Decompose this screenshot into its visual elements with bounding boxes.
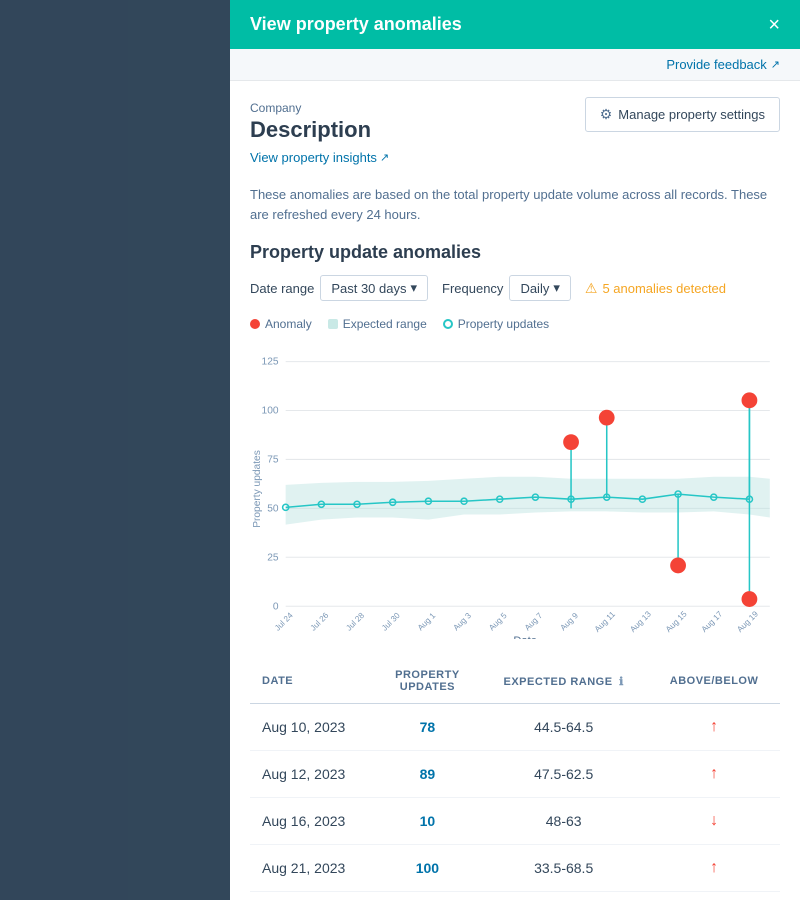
modal-title: View property anomalies xyxy=(250,14,462,35)
svg-text:Date: Date xyxy=(513,635,537,639)
svg-text:Jul 28: Jul 28 xyxy=(344,611,366,633)
svg-text:Aug 3: Aug 3 xyxy=(452,611,474,633)
modal-header: View property anomalies × xyxy=(230,0,800,49)
svg-text:Aug 13: Aug 13 xyxy=(628,609,653,634)
close-button[interactable]: × xyxy=(768,15,780,35)
feedback-bar: Provide feedback ↗ xyxy=(230,49,800,81)
property-category: Company xyxy=(250,101,389,115)
insights-link[interactable]: View property insights ↗ xyxy=(250,150,389,165)
feedback-link[interactable]: Provide feedback ↗ xyxy=(666,57,780,72)
anomaly-description: These anomalies are based on the total p… xyxy=(250,185,780,224)
svg-text:Aug 9: Aug 9 xyxy=(559,611,581,633)
svg-text:100: 100 xyxy=(262,406,279,417)
anomalies-table: DATE PROPERTYUPDATES EXPECTED RANGE ℹ AB… xyxy=(250,659,780,892)
svg-text:0: 0 xyxy=(273,601,279,612)
cell-direction: ↑ xyxy=(648,751,780,798)
cell-range: 33.5-68.5 xyxy=(479,845,648,892)
col-range: EXPECTED RANGE ℹ xyxy=(479,659,648,704)
svg-text:50: 50 xyxy=(267,503,279,514)
cell-range: 47.5-62.5 xyxy=(479,751,648,798)
cell-range: 48-63 xyxy=(479,798,648,845)
svg-text:Jul 24: Jul 24 xyxy=(273,611,295,633)
svg-text:Aug 19: Aug 19 xyxy=(735,609,760,634)
frequency-label: Frequency xyxy=(442,281,503,296)
svg-text:Aug 1: Aug 1 xyxy=(416,611,438,633)
cell-updates: 100 xyxy=(376,845,480,892)
frequency-dropdown[interactable]: Daily ▾ xyxy=(509,275,570,301)
col-updates: PROPERTYUPDATES xyxy=(376,659,480,704)
modal-panel: View property anomalies × Provide feedba… xyxy=(230,0,800,900)
svg-text:Jul 30: Jul 30 xyxy=(380,611,402,633)
frequency-group: Frequency Daily ▾ xyxy=(442,275,571,301)
svg-text:Aug 15: Aug 15 xyxy=(664,609,689,634)
svg-text:Aug 7: Aug 7 xyxy=(523,611,545,633)
arrow-up-icon: ↑ xyxy=(710,765,718,782)
date-range-group: Date range Past 30 days ▾ xyxy=(250,275,428,301)
cell-date: Aug 10, 2023 xyxy=(250,704,376,751)
modal-body: Company Description View property insigh… xyxy=(230,81,800,900)
section-title: Property update anomalies xyxy=(250,242,780,263)
cell-direction: ↓ xyxy=(648,798,780,845)
gear-icon: ⚙ xyxy=(600,106,613,123)
property-info: Company Description View property insigh… xyxy=(250,101,389,179)
svg-text:25: 25 xyxy=(267,552,279,563)
chart-container: 0 25 50 75 100 125 Property updates xyxy=(250,339,780,639)
svg-text:Aug 17: Aug 17 xyxy=(700,609,725,634)
col-date: DATE xyxy=(250,659,376,704)
legend-property-updates: Property updates xyxy=(443,317,549,331)
svg-text:Aug 11: Aug 11 xyxy=(593,609,618,634)
col-direction: ABOVE/BELOW xyxy=(648,659,780,704)
svg-text:Jul 26: Jul 26 xyxy=(309,611,331,633)
cell-updates: 89 xyxy=(376,751,480,798)
chevron-down-icon: ▾ xyxy=(553,280,560,296)
cell-direction: ↑ xyxy=(648,704,780,751)
property-updates-dot xyxy=(443,319,453,329)
info-icon: ℹ xyxy=(619,676,624,688)
link-icon: ↗ xyxy=(380,151,389,164)
arrow-up-icon: ↑ xyxy=(710,859,718,876)
svg-text:Property updates: Property updates xyxy=(252,450,263,528)
chart-legend: Anomaly Expected range Property updates xyxy=(250,317,780,331)
expected-range-dot xyxy=(328,319,338,329)
warning-icon: ⚠ xyxy=(585,280,598,297)
table-row: Aug 10, 20237844.5-64.5 ↑ xyxy=(250,704,780,751)
anomalies-badge: ⚠ 5 anomalies detected xyxy=(585,280,726,297)
external-link-icon: ↗ xyxy=(771,58,780,71)
arrow-up-icon: ↑ xyxy=(710,718,718,735)
legend-expected-range: Expected range xyxy=(328,317,427,331)
svg-text:125: 125 xyxy=(262,357,279,368)
cell-date: Aug 16, 2023 xyxy=(250,798,376,845)
svg-text:Aug 5: Aug 5 xyxy=(487,611,509,633)
chevron-down-icon: ▾ xyxy=(410,280,417,296)
table-row: Aug 12, 20238947.5-62.5 ↑ xyxy=(250,751,780,798)
property-title: Description xyxy=(250,117,389,143)
cell-date: Aug 21, 2023 xyxy=(250,845,376,892)
table-row: Aug 21, 202310033.5-68.5 ↑ xyxy=(250,845,780,892)
cell-updates: 78 xyxy=(376,704,480,751)
arrow-down-icon: ↓ xyxy=(710,812,718,829)
date-range-dropdown[interactable]: Past 30 days ▾ xyxy=(320,275,428,301)
table-row: Aug 16, 20231048-63 ↓ xyxy=(250,798,780,845)
controls-row: Date range Past 30 days ▾ Frequency Dail… xyxy=(250,275,780,301)
cell-date: Aug 12, 2023 xyxy=(250,751,376,798)
cell-direction: ↑ xyxy=(648,845,780,892)
chart-svg: 0 25 50 75 100 125 Property updates xyxy=(250,339,780,639)
legend-anomaly: Anomaly xyxy=(250,317,312,331)
anomaly-dot xyxy=(250,319,260,329)
date-range-label: Date range xyxy=(250,281,314,296)
svg-text:75: 75 xyxy=(267,455,279,466)
cell-range: 44.5-64.5 xyxy=(479,704,648,751)
manage-property-button[interactable]: ⚙ Manage property settings xyxy=(585,97,780,132)
cell-updates: 10 xyxy=(376,798,480,845)
